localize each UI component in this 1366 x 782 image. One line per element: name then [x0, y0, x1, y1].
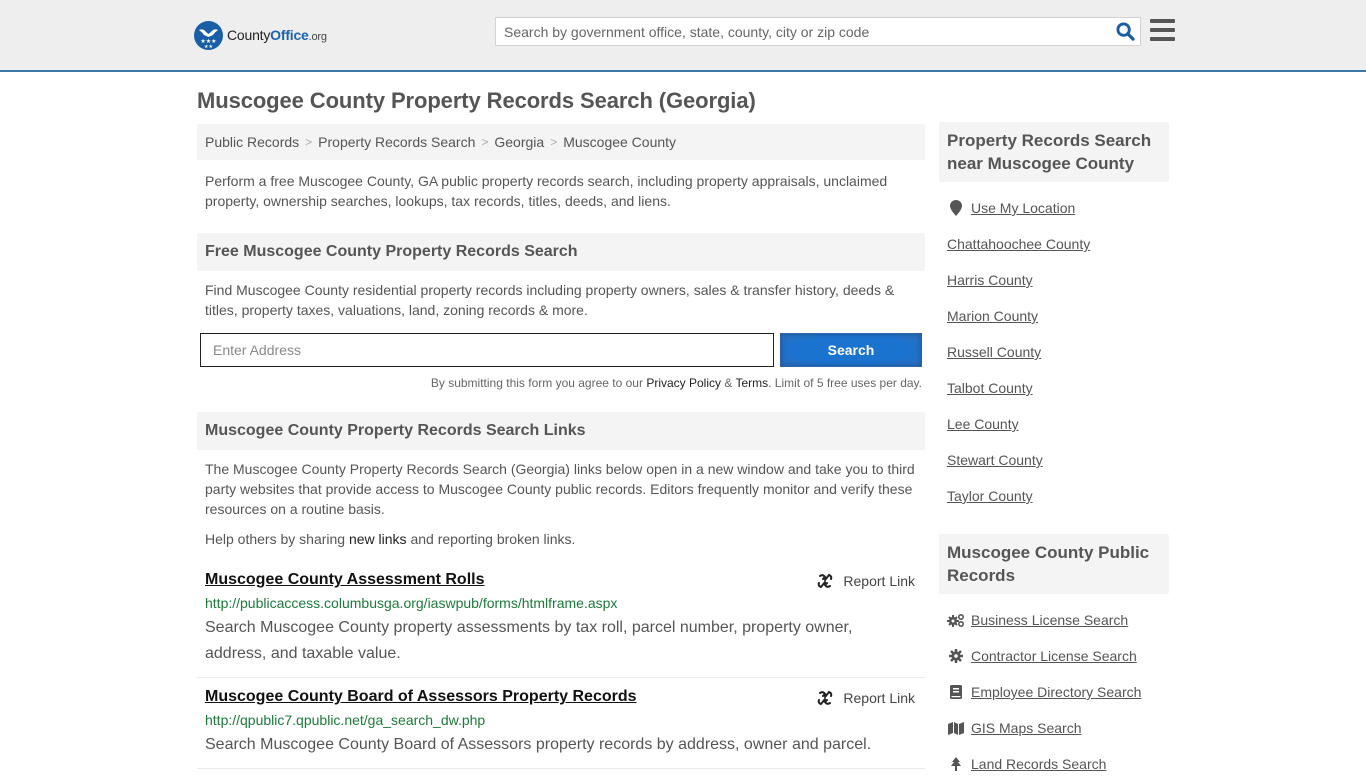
report-link-label: Report Link: [843, 690, 915, 706]
links-heading: Muscogee County Property Records Search …: [197, 412, 925, 450]
sidebar: Property Records Search near Muscogee Co…: [939, 122, 1169, 782]
nearby-county-item: Lee County: [939, 406, 1169, 442]
nearby-county-item: Taylor County: [939, 478, 1169, 514]
address-search-form: Search: [197, 333, 925, 367]
report-link-button[interactable]: Report Link: [817, 573, 915, 589]
public-records-list: Business License Search Contractor Licen…: [939, 602, 1169, 782]
list-item: Muscogee County Assessment Rolls Report …: [197, 561, 925, 678]
help-text: Help others by sharing new links and rep…: [197, 529, 925, 549]
address-input[interactable]: [200, 333, 774, 367]
new-links-link[interactable]: new links: [349, 531, 407, 547]
broken-link-icon: [818, 690, 833, 706]
public-record-item: Contractor License Search: [939, 638, 1169, 674]
free-search-heading: Free Muscogee County Property Records Se…: [197, 233, 925, 271]
breadcrumb-muscogee-county[interactable]: Muscogee County: [563, 134, 676, 150]
breadcrumb: Public Records > Property Records Search…: [197, 124, 925, 160]
book-icon: [947, 685, 965, 699]
public-record-item: GIS Maps Search: [939, 710, 1169, 746]
page-title: Muscogee County Property Records Search …: [197, 88, 756, 113]
use-location-item: Use My Location: [939, 190, 1169, 226]
public-record-item: Employee Directory Search: [939, 674, 1169, 710]
disclaimer-text: . Limit of 5 free uses per day.: [768, 376, 922, 390]
gear-icon: [947, 649, 965, 663]
report-link-label: Report Link: [843, 573, 915, 589]
site-search: [495, 17, 1141, 46]
privacy-policy-link[interactable]: Privacy Policy: [646, 376, 721, 390]
gis-maps-search-link[interactable]: GIS Maps Search: [971, 720, 1082, 736]
terms-link[interactable]: Terms: [735, 376, 768, 390]
main-content: Public Records > Property Records Search…: [197, 124, 925, 769]
resource-link-description: Search Muscogee County property assessme…: [205, 619, 853, 662]
nearby-county-item: Stewart County: [939, 442, 1169, 478]
public-record-item: Business License Search: [939, 602, 1169, 638]
nearby-county-link[interactable]: Taylor County: [947, 488, 1033, 504]
breadcrumb-public-records[interactable]: Public Records: [205, 134, 299, 150]
free-search-description: Find Muscogee County residential propert…: [205, 282, 895, 318]
nearby-county-item: Marion County: [939, 298, 1169, 334]
nearby-county-link[interactable]: Russell County: [947, 344, 1041, 360]
nearby-list: Use My Location Chattahoochee County Har…: [939, 190, 1169, 514]
links-intro: The Muscogee County Property Records Sea…: [205, 461, 915, 517]
disclaimer-text: &: [721, 376, 736, 390]
nearby-county-link[interactable]: Lee County: [947, 416, 1019, 432]
nearby-county-item: Talbot County: [939, 370, 1169, 406]
public-record-item: Land Records Search: [939, 746, 1169, 782]
intro-text: Perform a free Muscogee County, GA publi…: [205, 173, 888, 209]
form-disclaimer: By submitting this form you agree to our…: [197, 376, 925, 390]
site-search-input[interactable]: [496, 18, 1110, 45]
cogs-icon: [947, 613, 965, 627]
nearby-county-link[interactable]: Marion County: [947, 308, 1038, 324]
resource-link-title[interactable]: Muscogee County Assessment Rolls: [205, 571, 484, 588]
site-logo[interactable]: ★★★ ★★ CountyOffice.org: [194, 20, 327, 50]
map-marker-icon: [947, 200, 965, 216]
nearby-county-item: Chattahoochee County: [939, 226, 1169, 262]
nearby-heading: Property Records Search near Muscogee Co…: [939, 122, 1169, 182]
breadcrumb-property-records-search[interactable]: Property Records Search: [318, 134, 475, 150]
broken-link-icon: [818, 573, 833, 589]
nearby-county-link[interactable]: Talbot County: [947, 380, 1033, 396]
map-icon: [947, 721, 965, 735]
land-records-search-link[interactable]: Land Records Search: [971, 756, 1106, 772]
breadcrumb-separator: >: [305, 135, 313, 149]
business-license-search-link[interactable]: Business License Search: [971, 612, 1128, 628]
help-text-pre: Help others by sharing: [205, 531, 349, 547]
nearby-county-link[interactable]: Chattahoochee County: [947, 236, 1090, 252]
nearby-county-link[interactable]: Harris County: [947, 272, 1033, 288]
resource-link-url: http://publicaccess.columbusga.org/iaswp…: [205, 595, 618, 611]
employee-directory-search-link[interactable]: Employee Directory Search: [971, 684, 1141, 700]
nearby-county-item: Harris County: [939, 262, 1169, 298]
resource-link-url: http://qpublic7.qpublic.net/ga_search_dw…: [205, 712, 486, 728]
list-item: Muscogee County Board of Assessors Prope…: [197, 678, 925, 769]
logo-eagle-icon: ★★★ ★★: [194, 20, 223, 50]
breadcrumb-separator: >: [481, 135, 489, 149]
contractor-license-search-link[interactable]: Contractor License Search: [971, 648, 1137, 664]
help-text-post: and reporting broken links.: [406, 531, 576, 547]
hamburger-menu-icon[interactable]: [1150, 19, 1175, 41]
use-my-location-link[interactable]: Use My Location: [971, 200, 1075, 216]
report-link-button[interactable]: Report Link: [817, 690, 915, 706]
tree-icon: [947, 757, 965, 771]
nearby-county-link[interactable]: Stewart County: [947, 452, 1043, 468]
disclaimer-text: By submitting this form you agree to our: [430, 376, 647, 390]
public-records-heading: Muscogee County Public Records: [939, 534, 1169, 594]
resource-link-description: Search Muscogee County Board of Assessor…: [205, 736, 872, 753]
resource-link-title[interactable]: Muscogee County Board of Assessors Prope…: [205, 688, 637, 705]
svg-text:★★: ★★: [204, 44, 213, 50]
logo-text: CountyOffice.org: [227, 27, 327, 43]
nearby-county-item: Russell County: [939, 334, 1169, 370]
site-header: ★★★ ★★ CountyOffice.org: [0, 0, 1366, 72]
search-icon[interactable]: [1110, 18, 1140, 45]
breadcrumb-georgia[interactable]: Georgia: [494, 134, 544, 150]
breadcrumb-separator: >: [550, 135, 558, 149]
address-search-button[interactable]: Search: [780, 333, 922, 367]
